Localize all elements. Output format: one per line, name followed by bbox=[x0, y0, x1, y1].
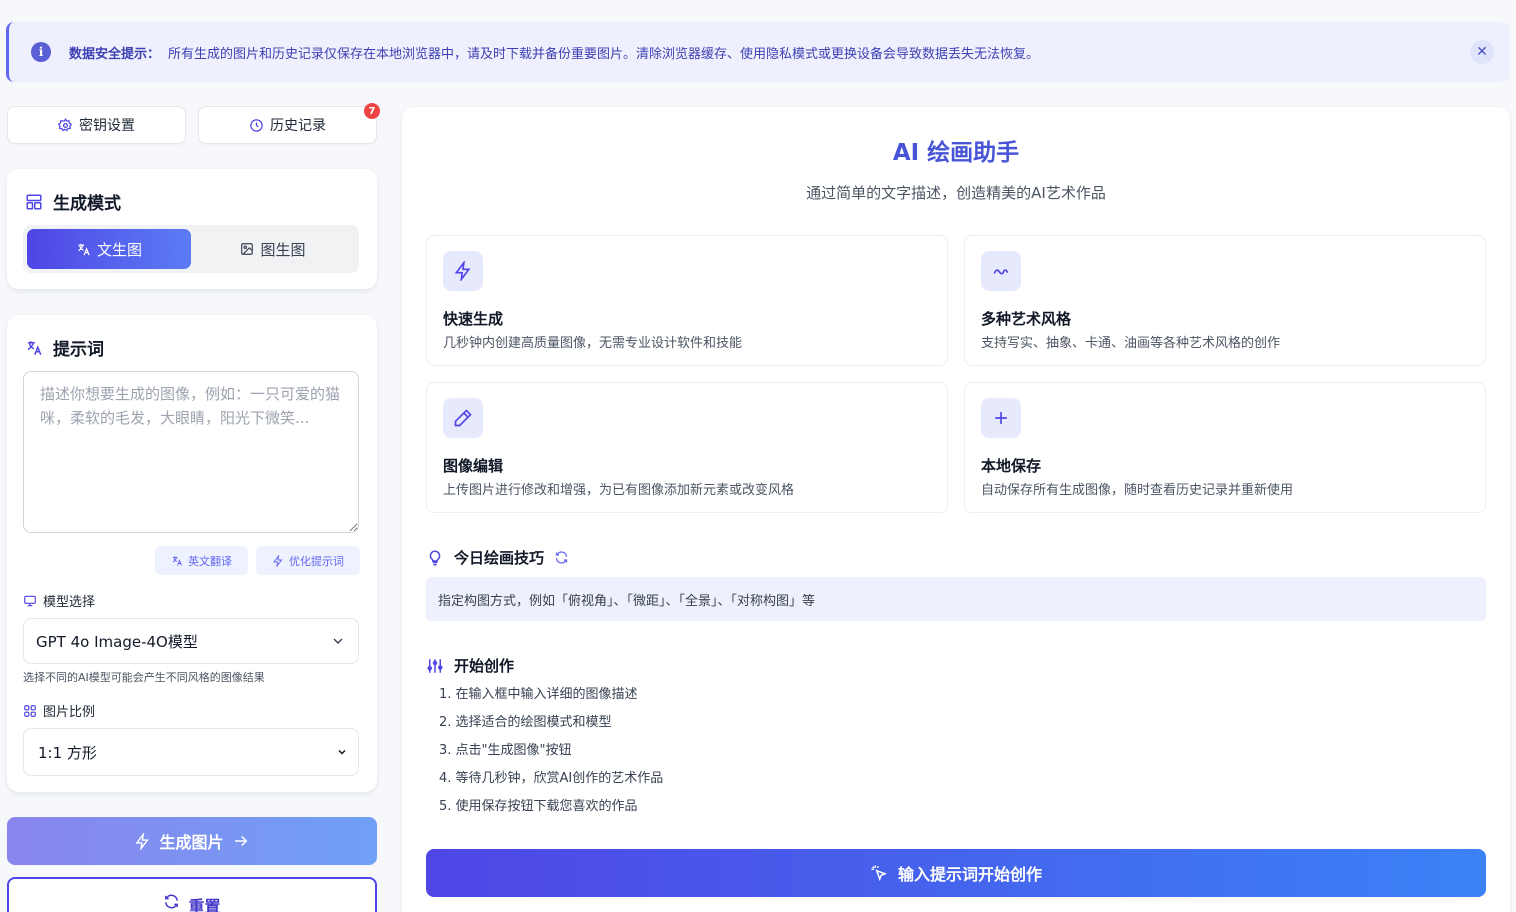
data-safety-notice: i 数据安全提示： 所有生成的图片和历史记录仅保存在本地浏览器中，请及时下载并备… bbox=[6, 22, 1510, 82]
wave-icon bbox=[981, 251, 1021, 291]
monitor-icon bbox=[23, 594, 37, 608]
feature-desc: 上传图片进行修改和增强，为已有图像添加新元素或改变风格 bbox=[443, 483, 795, 498]
feature-desc: 自动保存所有生成图像，随时查看历史记录并重新使用 bbox=[981, 483, 1294, 498]
lightning-icon bbox=[272, 554, 284, 567]
translate-label: 英文翻译 bbox=[188, 554, 232, 568]
optimize-label: 优化提示词 bbox=[289, 554, 344, 568]
ratio-selected: 1:1 方形 bbox=[38, 743, 97, 762]
gear-icon bbox=[58, 117, 73, 133]
list-item: 4. 等待几秒钟，欣赏AI创作的艺术作品 bbox=[439, 771, 664, 786]
notice-label: 数据安全提示： bbox=[69, 46, 161, 62]
feature-desc: 几秒钟内创建高质量图像，无需专业设计软件和技能 bbox=[443, 336, 743, 351]
feature-card-fast: 快速生成 几秒钟内创建高质量图像，无需专业设计软件和技能 bbox=[426, 235, 948, 366]
grid-icon bbox=[23, 704, 37, 718]
list-item: 3. 点击"生成图像"按钮 bbox=[439, 743, 572, 758]
feature-card-save: 本地保存 自动保存所有生成图像，随时查看历史记录并重新使用 bbox=[964, 382, 1486, 513]
model-label-row: 模型选择 bbox=[23, 591, 95, 610]
optimize-prompt-button[interactable]: 优化提示词 bbox=[256, 546, 360, 575]
text-to-image-label: 文生图 bbox=[96, 240, 142, 259]
lightning-icon bbox=[443, 251, 483, 291]
prompt-input[interactable] bbox=[23, 371, 359, 533]
refresh-icon bbox=[163, 893, 180, 910]
reset-button[interactable]: 重置 bbox=[7, 877, 377, 912]
tip-title: 今日绘画技巧 bbox=[454, 549, 545, 567]
tip-box: 指定构图方式，例如「俯视角」、「微距」、「全景」、「对称构图」等 bbox=[426, 577, 1486, 621]
image-to-image-label: 图生图 bbox=[260, 240, 306, 259]
image-to-image-tab[interactable]: 图生图 bbox=[191, 229, 355, 269]
main-panel: AI 绘画助手 通过简单的文字描述，创造精美的AI艺术作品 快速生成 几秒钟内创… bbox=[402, 107, 1510, 912]
start-title: 开始创作 bbox=[454, 657, 515, 675]
sliders-icon bbox=[426, 657, 444, 675]
mode-title: 生成模式 bbox=[53, 194, 121, 214]
info-icon: i bbox=[31, 42, 51, 62]
list-item: 5. 使用保存按钮下载您喜欢的作品 bbox=[439, 799, 638, 814]
feature-title: 图像编辑 bbox=[443, 457, 504, 475]
mode-switch: 文生图 图生图 bbox=[23, 225, 359, 273]
page-title: AI 绘画助手 bbox=[892, 140, 1020, 166]
list-item: 2. 选择适合的绘图模式和模型 bbox=[439, 715, 612, 730]
ratio-label: 图片比例 bbox=[43, 705, 96, 720]
prompt-title-row: 提示词 bbox=[25, 335, 104, 360]
close-icon[interactable]: ✕ bbox=[1470, 40, 1494, 64]
model-label: 模型选择 bbox=[43, 595, 96, 610]
feature-desc: 支持写实、抽象、卡通、油画等各种艺术风格的创作 bbox=[981, 336, 1281, 351]
model-select[interactable]: GPT 4o Image-4O模型 bbox=[23, 618, 359, 664]
chevron-down-icon bbox=[336, 746, 348, 758]
plus-icon bbox=[981, 398, 1021, 438]
image-icon bbox=[240, 242, 254, 256]
page-subtitle: 通过简单的文字描述，创造精美的AI艺术作品 bbox=[806, 184, 1106, 202]
ratio-select[interactable]: 1:1 方形 bbox=[23, 728, 359, 776]
model-selected: GPT 4o Image-4O模型 bbox=[36, 632, 198, 651]
feature-title: 本地保存 bbox=[981, 457, 1042, 475]
start-creating-button[interactable]: 输入提示词开始创作 bbox=[426, 849, 1486, 897]
chevron-down-icon bbox=[330, 633, 346, 649]
arrow-right-icon bbox=[232, 832, 250, 850]
prompt-card: 提示词 英文翻译 优化提示词 模型选择 GPT 4o Image-4O模型 选择… bbox=[7, 315, 377, 792]
feature-card-edit: 图像编辑 上传图片进行修改和增强，为已有图像添加新元素或改变风格 bbox=[426, 382, 948, 513]
steps-list: 1. 在输入框中输入详细的图像描述 2. 选择适合的绘图模式和模型 3. 点击"… bbox=[439, 685, 663, 825]
text-to-image-tab[interactable]: 文生图 bbox=[27, 229, 191, 269]
lightning-icon bbox=[134, 832, 151, 850]
translate-icon bbox=[171, 555, 183, 567]
translate-button[interactable]: 英文翻译 bbox=[155, 546, 248, 575]
start-title-row: 开始创作 bbox=[426, 655, 514, 676]
reset-label: 重置 bbox=[188, 897, 221, 912]
tip-title-row: 今日绘画技巧 bbox=[426, 547, 569, 568]
pencil-icon bbox=[443, 398, 483, 438]
history-label: 历史记录 bbox=[270, 118, 326, 134]
clock-icon bbox=[249, 118, 264, 133]
feature-title: 快速生成 bbox=[443, 310, 504, 328]
feature-title: 多种艺术风格 bbox=[981, 310, 1072, 328]
notice-text: 所有生成的图片和历史记录仅保存在本地浏览器中，请及时下载并备份重要图片。清除浏览… bbox=[168, 46, 1040, 62]
model-hint: 选择不同的AI模型可能会产生不同风格的图像结果 bbox=[23, 671, 265, 684]
start-creating-label: 输入提示词开始创作 bbox=[897, 865, 1042, 884]
mode-card: 生成模式 文生图 图生图 bbox=[7, 169, 377, 289]
refresh-icon[interactable] bbox=[554, 550, 569, 565]
generate-label: 生成图片 bbox=[159, 833, 224, 852]
prompt-title: 提示词 bbox=[53, 340, 104, 360]
key-settings-button[interactable]: 密钥设置 bbox=[7, 106, 186, 144]
layout-icon bbox=[25, 193, 43, 211]
lightbulb-icon bbox=[426, 549, 444, 567]
history-count-badge: 7 bbox=[364, 103, 380, 119]
mode-title-row: 生成模式 bbox=[25, 189, 121, 214]
list-item: 1. 在输入框中输入详细的图像描述 bbox=[439, 687, 638, 702]
ratio-label-row: 图片比例 bbox=[23, 701, 95, 720]
cursor-click-icon bbox=[870, 864, 888, 882]
key-settings-label: 密钥设置 bbox=[79, 118, 135, 134]
translate-icon bbox=[76, 242, 91, 257]
history-button[interactable]: 历史记录 7 bbox=[198, 103, 380, 144]
tip-text: 指定构图方式，例如「俯视角」、「微距」、「全景」、「对称构图」等 bbox=[438, 593, 816, 609]
feature-card-styles: 多种艺术风格 支持写实、抽象、卡通、油画等各种艺术风格的创作 bbox=[964, 235, 1486, 366]
generate-button[interactable]: 生成图片 bbox=[7, 817, 377, 865]
translate-icon bbox=[25, 339, 43, 357]
